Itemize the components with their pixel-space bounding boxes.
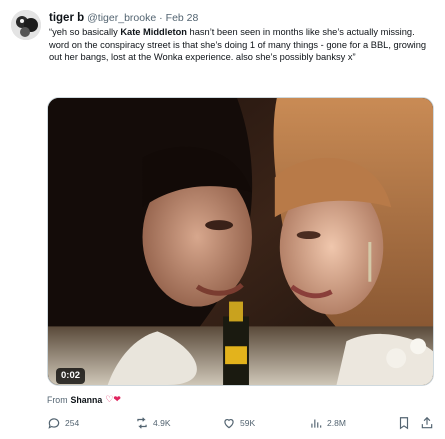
video-frame xyxy=(48,98,433,385)
action-bar: 254 4.9K 59K 2.8M xyxy=(47,414,435,432)
tweet-header: tiger b @tiger_brooke · Feb 28 xyxy=(49,10,198,25)
retweet-icon xyxy=(135,416,149,430)
media-source: From Shanna ♡❤ xyxy=(47,394,121,405)
reply-button[interactable]: 254 xyxy=(47,414,79,432)
bookmark-icon xyxy=(397,416,411,430)
like-button[interactable]: 59K xyxy=(222,414,255,432)
source-name[interactable]: Shanna xyxy=(71,395,103,405)
separator: · xyxy=(159,11,163,24)
tweet-text: “yeh so basically Kate Middleton hasn’t … xyxy=(49,26,434,64)
tweet-text-start: “yeh so basically xyxy=(49,27,121,37)
video-duration: 0:02 xyxy=(56,368,86,384)
from-label: From xyxy=(47,394,68,405)
tweet-date[interactable]: Feb 28 xyxy=(166,12,199,24)
author-name[interactable]: tiger b xyxy=(49,12,84,24)
views-icon xyxy=(309,416,323,430)
avatar[interactable] xyxy=(11,10,41,40)
retweet-count: 4.9K xyxy=(153,418,171,428)
retweet-button[interactable]: 4.9K xyxy=(135,414,171,432)
like-count: 59K xyxy=(240,418,256,428)
share-button[interactable] xyxy=(420,414,434,432)
reply-icon xyxy=(47,416,61,430)
views-button[interactable]: 2.8M xyxy=(309,414,346,432)
views-count: 2.8M xyxy=(327,418,346,428)
author-handle[interactable]: @tiger_brooke xyxy=(87,12,156,24)
share-icon xyxy=(420,416,434,430)
heart-icon: ♡❤ xyxy=(105,394,121,404)
like-icon xyxy=(222,416,236,430)
video-player[interactable] xyxy=(47,97,434,386)
tweet-text-bold: Kate Middleton xyxy=(120,27,187,37)
bookmark-button[interactable] xyxy=(397,414,411,432)
reply-count: 254 xyxy=(65,418,80,428)
tweet[interactable]: tiger b @tiger_brooke · Feb 28 “yeh so b… xyxy=(0,0,445,439)
